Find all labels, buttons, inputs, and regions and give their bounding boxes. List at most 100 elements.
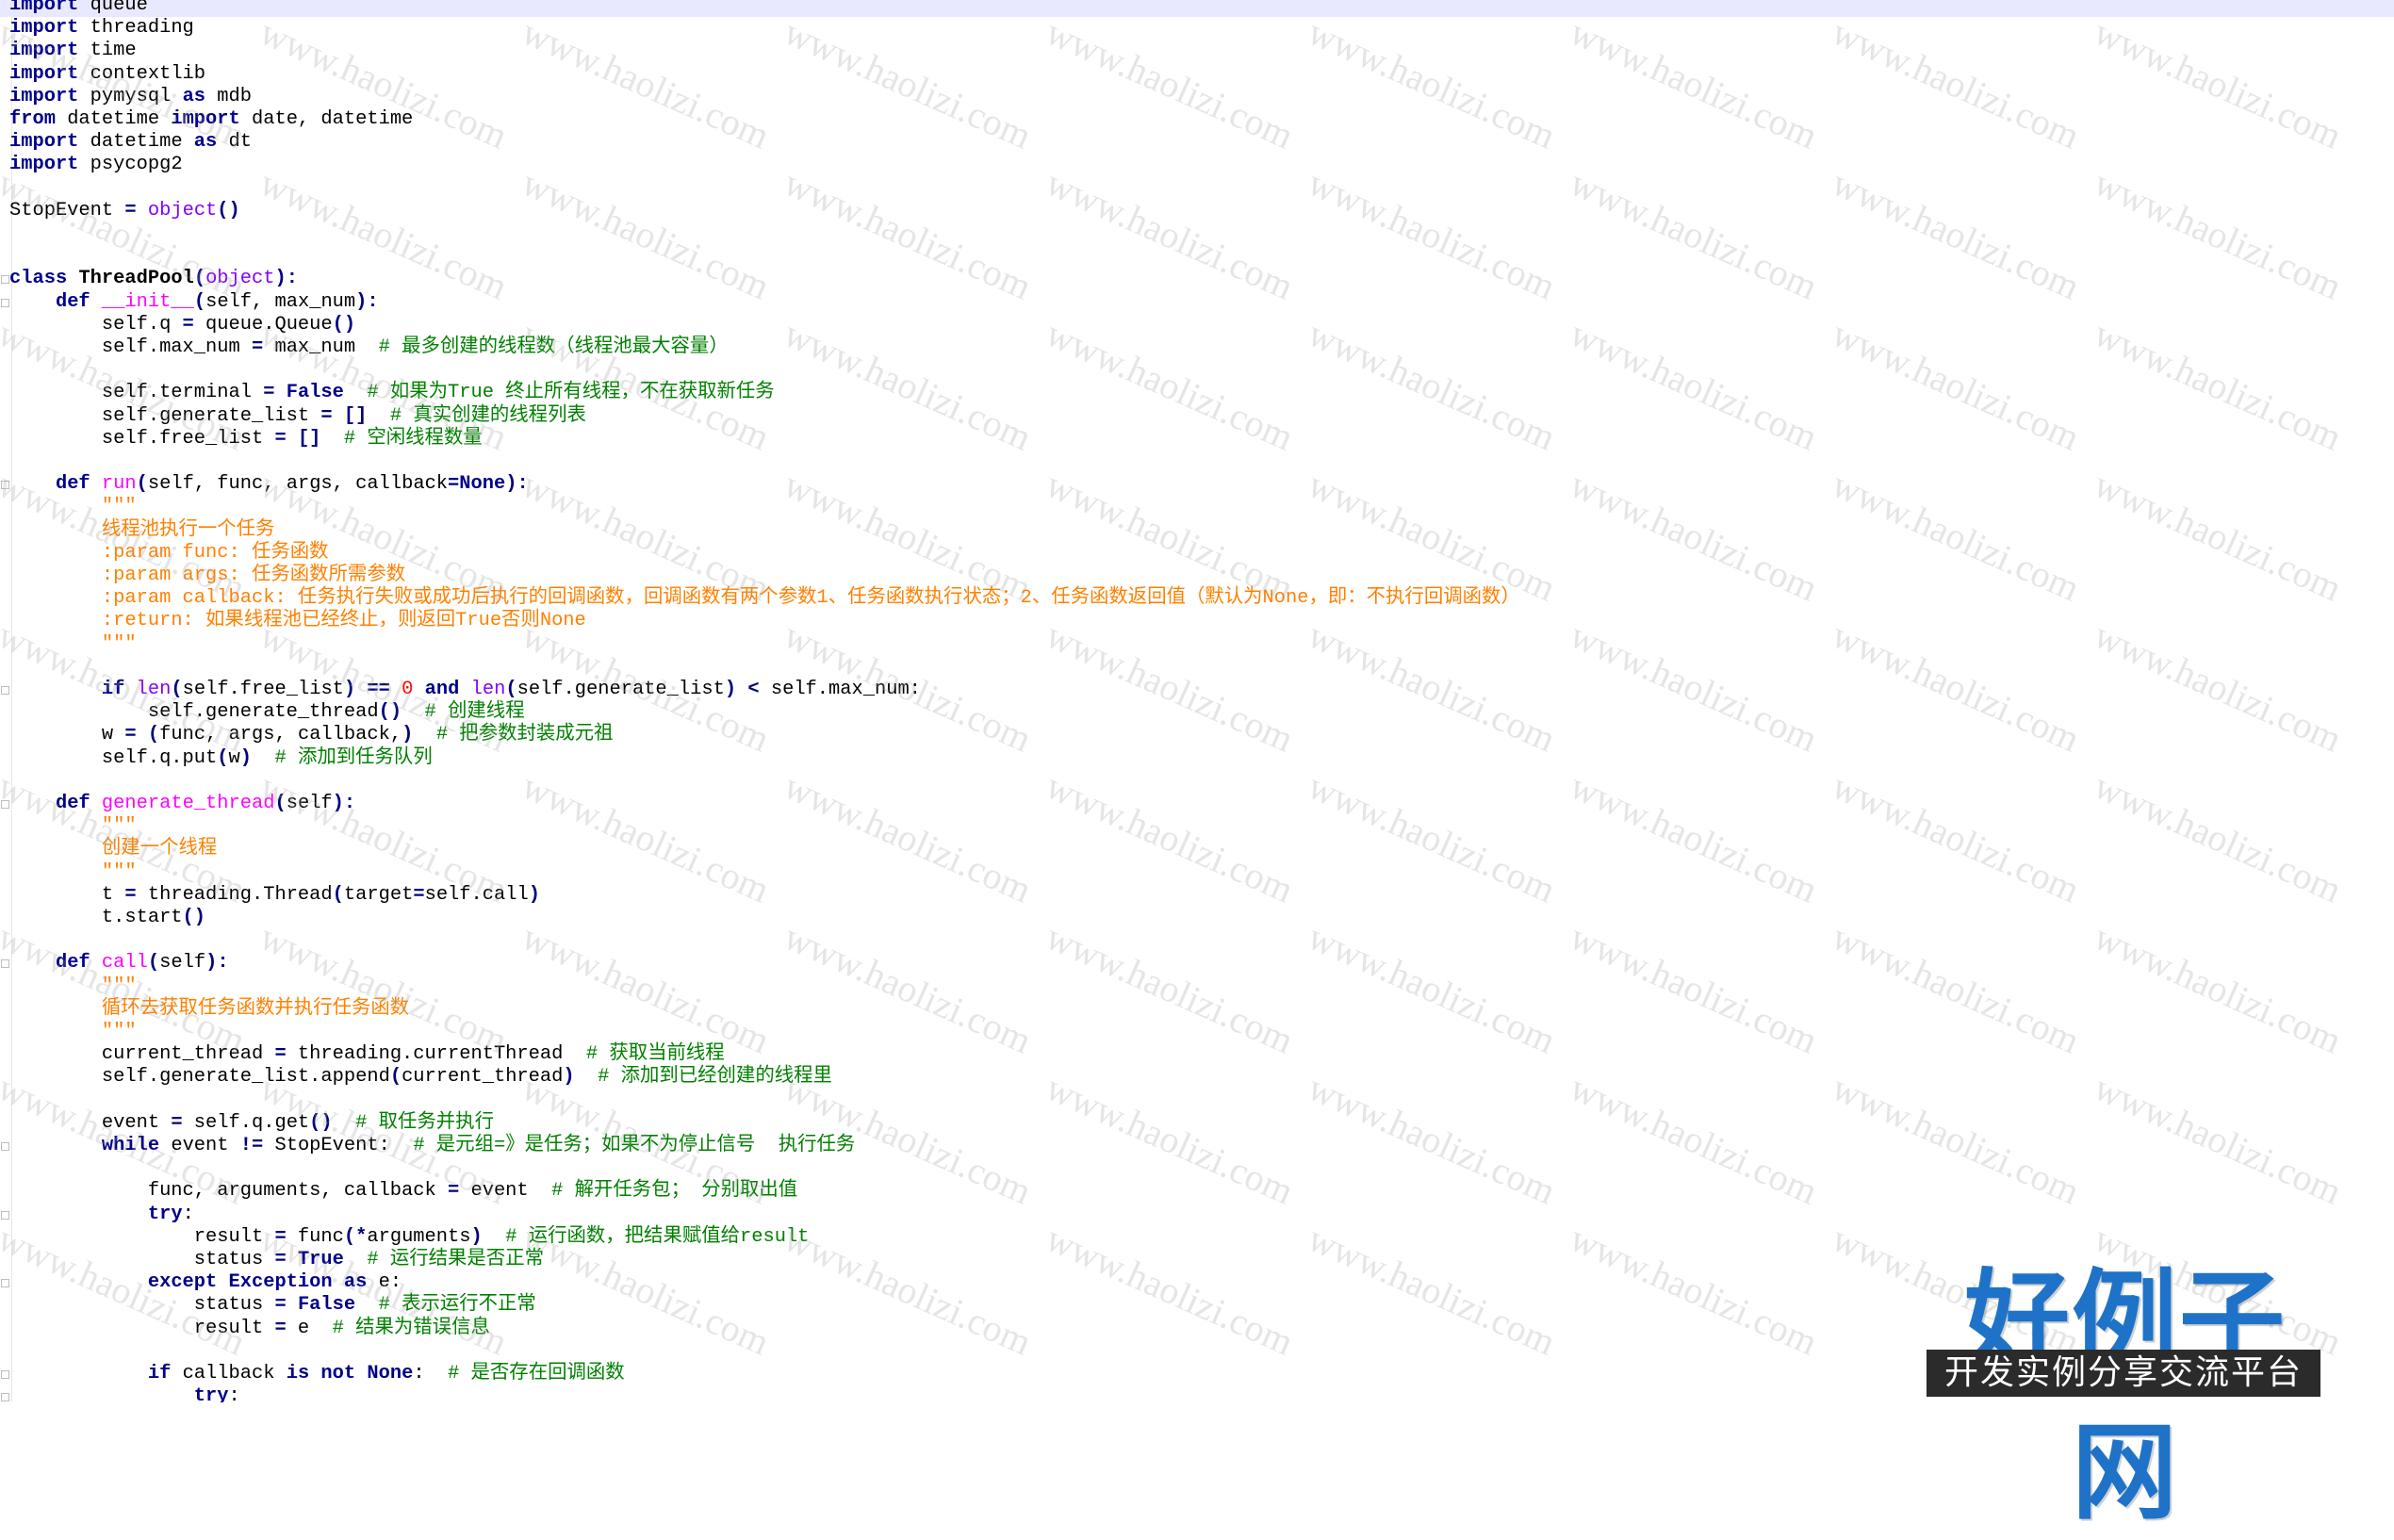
- code-line[interactable]: import queue: [0, 0, 2394, 17]
- code-line[interactable]: result = e # 结果为错误信息: [9, 1318, 490, 1340]
- code-token: (: [332, 883, 344, 906]
- fold-toggle-icon[interactable]: [1, 686, 9, 695]
- code-line[interactable]: 线程池执行一个任务: [9, 519, 275, 542]
- code-line[interactable]: [9, 222, 21, 245]
- code-line[interactable]: import time: [9, 40, 137, 62]
- fold-toggle-icon[interactable]: [1, 481, 9, 490]
- code-line[interactable]: def run(self, func, args, callback=None)…: [9, 473, 529, 496]
- code-line[interactable]: self.generate_list.append(current_thread…: [9, 1066, 832, 1089]
- code-line[interactable]: try:: [9, 1204, 194, 1226]
- code-line[interactable]: [9, 177, 21, 200]
- code-token: contextlib: [78, 62, 206, 85]
- code-line[interactable]: [9, 929, 21, 952]
- code-token: def: [55, 473, 90, 496]
- code-line[interactable]: [9, 1340, 21, 1363]
- code-token: ): [470, 1225, 483, 1248]
- code-line[interactable]: [9, 770, 21, 793]
- code-line[interactable]: """: [9, 496, 137, 518]
- code-token: self.max_num: [9, 336, 252, 358]
- fold-toggle-icon[interactable]: [1, 1370, 9, 1379]
- code-line[interactable]: :param func: 任务函数: [9, 542, 329, 565]
- code-token: :param func: 任务函数: [101, 541, 329, 564]
- code-token: psycopg2: [78, 154, 183, 176]
- code-line[interactable]: try:: [9, 1385, 240, 1402]
- code-line[interactable]: result = func(*arguments) # 运行函数，把结果赋值给r…: [9, 1225, 810, 1249]
- code-line[interactable]: import datetime as dt: [9, 131, 252, 154]
- code-line[interactable]: self.free_list = [] # 空闲线程数量: [9, 428, 483, 451]
- code-line[interactable]: [9, 1089, 21, 1112]
- code-line[interactable]: while event != StopEvent: # 是元组=》是任务；如果不…: [9, 1135, 855, 1157]
- code-line[interactable]: [9, 656, 21, 679]
- fold-toggle-icon[interactable]: [1, 959, 9, 969]
- fold-toggle-icon[interactable]: [1, 1279, 9, 1288]
- code-line[interactable]: self.generate_list = [] # 真实创建的线程列表: [9, 405, 586, 428]
- code-line[interactable]: [9, 245, 21, 268]
- code-line[interactable]: func, arguments, callback = event # 解开任务…: [9, 1180, 797, 1203]
- code-token: self.generate_list: [517, 679, 725, 700]
- code-line[interactable]: [9, 1157, 21, 1180]
- code-token: # 添加到已经创建的线程里: [598, 1066, 832, 1089]
- code-editor[interactable]: import queue import threading import time i…: [0, 0, 2394, 1402]
- code-line[interactable]: :param args: 任务函数所需参数: [9, 565, 405, 587]
- code-token: self: [159, 952, 206, 975]
- code-line[interactable]: 循环去获取任务函数并执行任务函数: [9, 998, 409, 1021]
- code-line[interactable]: w = (func, args, callback,) # 把参数封装成元祖: [9, 724, 614, 746]
- code-line[interactable]: 创建一个线程: [9, 838, 217, 860]
- code-line[interactable]: self.terminal = False # 如果为True 终止所有线程，不…: [9, 382, 775, 404]
- code-line[interactable]: import contextlib: [9, 63, 205, 86]
- code-token: =: [182, 313, 194, 336]
- code-line[interactable]: t.start(): [9, 907, 205, 929]
- code-line[interactable]: from datetime import date, datetime: [9, 108, 413, 131]
- code-token: # 获取当前线程: [585, 1043, 725, 1066]
- code-line[interactable]: if callback is not None: # 是否存在回调函数: [9, 1363, 625, 1385]
- code-token: event: [159, 1135, 240, 1156]
- code-token: e:: [367, 1271, 402, 1294]
- code-line[interactable]: self.q = queue.Queue(): [9, 314, 355, 336]
- code-line[interactable]: t = threading.Thread(target=self.call): [9, 884, 540, 907]
- code-token: len: [136, 679, 172, 700]
- code-token: :: [182, 1203, 194, 1225]
- code-line[interactable]: event = self.q.get() # 取任务并执行: [9, 1112, 494, 1135]
- code-line[interactable]: StopEvent = object(): [9, 200, 240, 222]
- code-token: =: [124, 724, 137, 746]
- code-token: def: [55, 793, 90, 814]
- code-line[interactable]: status = True # 运行结果是否正常: [9, 1249, 544, 1271]
- code-token: =: [447, 1180, 460, 1203]
- code-token: ): [563, 1066, 575, 1089]
- code-line[interactable]: self.q.put(w) # 添加到任务队列: [9, 747, 433, 770]
- code-line[interactable]: [9, 451, 21, 473]
- fold-toggle-icon[interactable]: [1, 1142, 9, 1151]
- code-line[interactable]: """: [9, 861, 137, 884]
- fold-toggle-icon[interactable]: [1, 800, 9, 809]
- code-line[interactable]: def call(self):: [9, 952, 229, 975]
- fold-toggle-icon[interactable]: [1, 275, 9, 285]
- code-line[interactable]: current_thread = threading.currentThread…: [9, 1043, 725, 1066]
- code-line[interactable]: self.max_num = max_num # 最多创建的线程数（线程池最大容…: [9, 336, 729, 359]
- fold-toggle-icon[interactable]: [1, 1210, 9, 1220]
- code-line[interactable]: class ThreadPool(object):: [9, 268, 298, 290]
- code-line[interactable]: """: [9, 975, 137, 998]
- code-token: object: [147, 199, 218, 221]
- code-line[interactable]: status = False # 表示运行不正常: [9, 1294, 536, 1317]
- code-token: dt: [217, 131, 252, 154]
- code-line[interactable]: def __init__(self, max_num):: [9, 291, 379, 314]
- code-line[interactable]: if len(self.free_list) == 0 and len(self…: [9, 679, 921, 701]
- code-line[interactable]: except Exception as e:: [9, 1271, 402, 1294]
- code-line[interactable]: """: [9, 633, 137, 656]
- code-line[interactable]: import psycopg2: [9, 154, 183, 176]
- code-line[interactable]: """: [9, 1021, 137, 1043]
- fold-toggle-icon[interactable]: [1, 1393, 9, 1402]
- code-line[interactable]: def generate_thread(self):: [9, 793, 355, 815]
- code-line[interactable]: import pymysql as mdb: [9, 86, 252, 108]
- code-line[interactable]: :param callback: 任务执行失败或成功后执行的回调函数，回调函数有…: [9, 587, 1520, 610]
- code-line[interactable]: self.generate_thread() # 创建线程: [9, 701, 525, 724]
- code-line[interactable]: [9, 359, 21, 382]
- code-line[interactable]: """: [9, 815, 137, 838]
- code-line[interactable]: import threading: [9, 17, 194, 40]
- code-line[interactable]: :return: 如果线程池已经终止，则返回True否则None: [9, 610, 586, 632]
- fold-toggle-icon[interactable]: [1, 298, 9, 307]
